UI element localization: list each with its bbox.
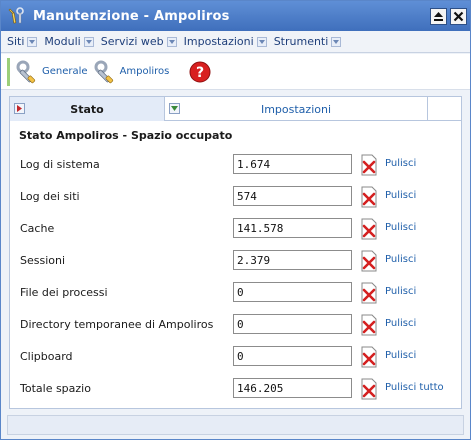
chevron-down-icon <box>27 36 38 47</box>
menu-siti[interactable]: Siti <box>7 35 38 48</box>
row-label: Totale spazio <box>20 382 91 395</box>
close-icon <box>453 11 464 21</box>
close-window-button[interactable] <box>450 7 467 25</box>
menu-moduli[interactable]: Moduli <box>44 35 94 48</box>
clear-link[interactable]: Pulisci <box>385 222 416 233</box>
delete-icon[interactable] <box>360 186 378 208</box>
maintenance-window: Manutenzione - Ampoliros Siti Moduli Ser… <box>0 0 471 440</box>
row-clipboard: Clipboard 0 Pulisci <box>10 345 461 369</box>
value-field[interactable]: 2.379 <box>233 250 352 270</box>
help-button[interactable]: ? <box>189 61 213 83</box>
section-title: Stato Ampoliros - Spazio occupato <box>19 129 233 142</box>
delete-icon[interactable] <box>360 314 378 336</box>
menu-label: Impostazioni <box>183 35 254 48</box>
menu-impostazioni[interactable]: Impostazioni <box>184 35 267 48</box>
row-log-sistema: Log di sistema 1.674 Pulisci <box>10 153 461 177</box>
chevron-down-icon <box>83 36 94 47</box>
clear-link[interactable]: Pulisci <box>385 350 416 361</box>
wrench-icon <box>16 60 36 83</box>
wrench-icon <box>94 60 113 83</box>
eject-icon <box>434 11 443 21</box>
toolbar-separator <box>7 57 10 86</box>
delete-icon[interactable] <box>360 250 378 272</box>
status-panel: Stato Impostazioni Stato Ampoliros - Spa… <box>9 96 462 409</box>
value-field[interactable]: 1.674 <box>233 154 352 174</box>
window-title: Manutenzione - Ampoliros <box>33 8 230 24</box>
row-label: File dei processi <box>20 286 108 299</box>
play-icon <box>14 103 25 114</box>
row-sessioni: Sessioni 2.379 Pulisci <box>10 249 461 273</box>
chevron-down-icon <box>169 103 180 114</box>
tab-stato[interactable]: Stato <box>10 97 165 121</box>
clear-link[interactable]: Pulisci <box>385 318 416 329</box>
clear-link[interactable]: Pulisci <box>385 286 416 297</box>
help-icon: ? <box>189 61 211 82</box>
toolbar: Generale Ampoliros ? <box>1 54 470 90</box>
tools-icon <box>5 5 27 27</box>
menu-strumenti[interactable]: Strumenti <box>274 35 342 48</box>
tab-stato-label: Stato <box>70 102 104 116</box>
value-field[interactable]: 146.205 <box>233 378 352 398</box>
clear-link[interactable]: Pulisci <box>385 158 416 169</box>
row-label: Cache <box>20 222 55 235</box>
title-bar[interactable]: Manutenzione - Ampoliros <box>1 1 470 31</box>
row-totale-spazio: Totale spazio 146.205 Pulisci tutto <box>10 377 461 401</box>
row-label: Log di sistema <box>20 158 100 171</box>
menu-label: Moduli <box>44 35 81 48</box>
row-log-siti: Log dei siti 574 Pulisci <box>10 185 461 209</box>
row-file-processi: File dei processi 0 Pulisci <box>10 281 461 305</box>
clear-link[interactable]: Pulisci <box>385 254 416 265</box>
shade-window-button[interactable] <box>430 7 447 25</box>
delete-icon[interactable] <box>360 346 378 368</box>
chevron-down-icon <box>256 36 267 47</box>
tab-impostazioni-label: Impostazioni <box>260 102 332 116</box>
row-label: Directory temporanee di Ampoliros <box>20 318 214 331</box>
value-field[interactable]: 0 <box>233 314 352 334</box>
chevron-down-icon <box>166 36 177 47</box>
chevron-down-icon <box>331 36 342 47</box>
clear-all-link[interactable]: Pulisci tutto <box>385 382 444 393</box>
tab-bar: Stato Impostazioni <box>10 97 461 121</box>
value-field[interactable]: 574 <box>233 186 352 206</box>
ampoliros-button[interactable]: Ampoliros <box>94 60 170 84</box>
menu-label: Siti <box>7 35 25 48</box>
menu-servizi-web[interactable]: Servizi web <box>101 35 177 48</box>
value-field[interactable]: 0 <box>233 282 352 302</box>
value-field[interactable]: 141.578 <box>233 218 352 238</box>
clear-link[interactable]: Pulisci <box>385 190 416 201</box>
value-field[interactable]: 0 <box>233 346 352 366</box>
row-label: Sessioni <box>20 254 66 267</box>
row-directory-temporanee: Directory temporanee di Ampoliros 0 Puli… <box>10 313 461 337</box>
ampoliros-label: Ampoliros <box>119 66 170 77</box>
tab-impostazioni[interactable]: Impostazioni <box>165 97 428 121</box>
svg-text:?: ? <box>196 65 204 81</box>
generale-label: Generale <box>42 66 88 77</box>
delete-icon[interactable] <box>360 218 378 240</box>
menu-label: Servizi web <box>100 35 164 48</box>
menu-bar: Siti Moduli Servizi web Impostazioni Str… <box>1 31 470 53</box>
row-cache: Cache 141.578 Pulisci <box>10 217 461 241</box>
menu-label: Strumenti <box>273 35 329 48</box>
row-label: Clipboard <box>20 350 73 363</box>
delete-icon[interactable] <box>360 378 378 400</box>
delete-icon[interactable] <box>360 282 378 304</box>
row-label: Log dei siti <box>20 190 80 203</box>
delete-icon[interactable] <box>360 154 378 176</box>
generale-button[interactable]: Generale <box>16 60 88 84</box>
status-bar <box>7 415 464 435</box>
